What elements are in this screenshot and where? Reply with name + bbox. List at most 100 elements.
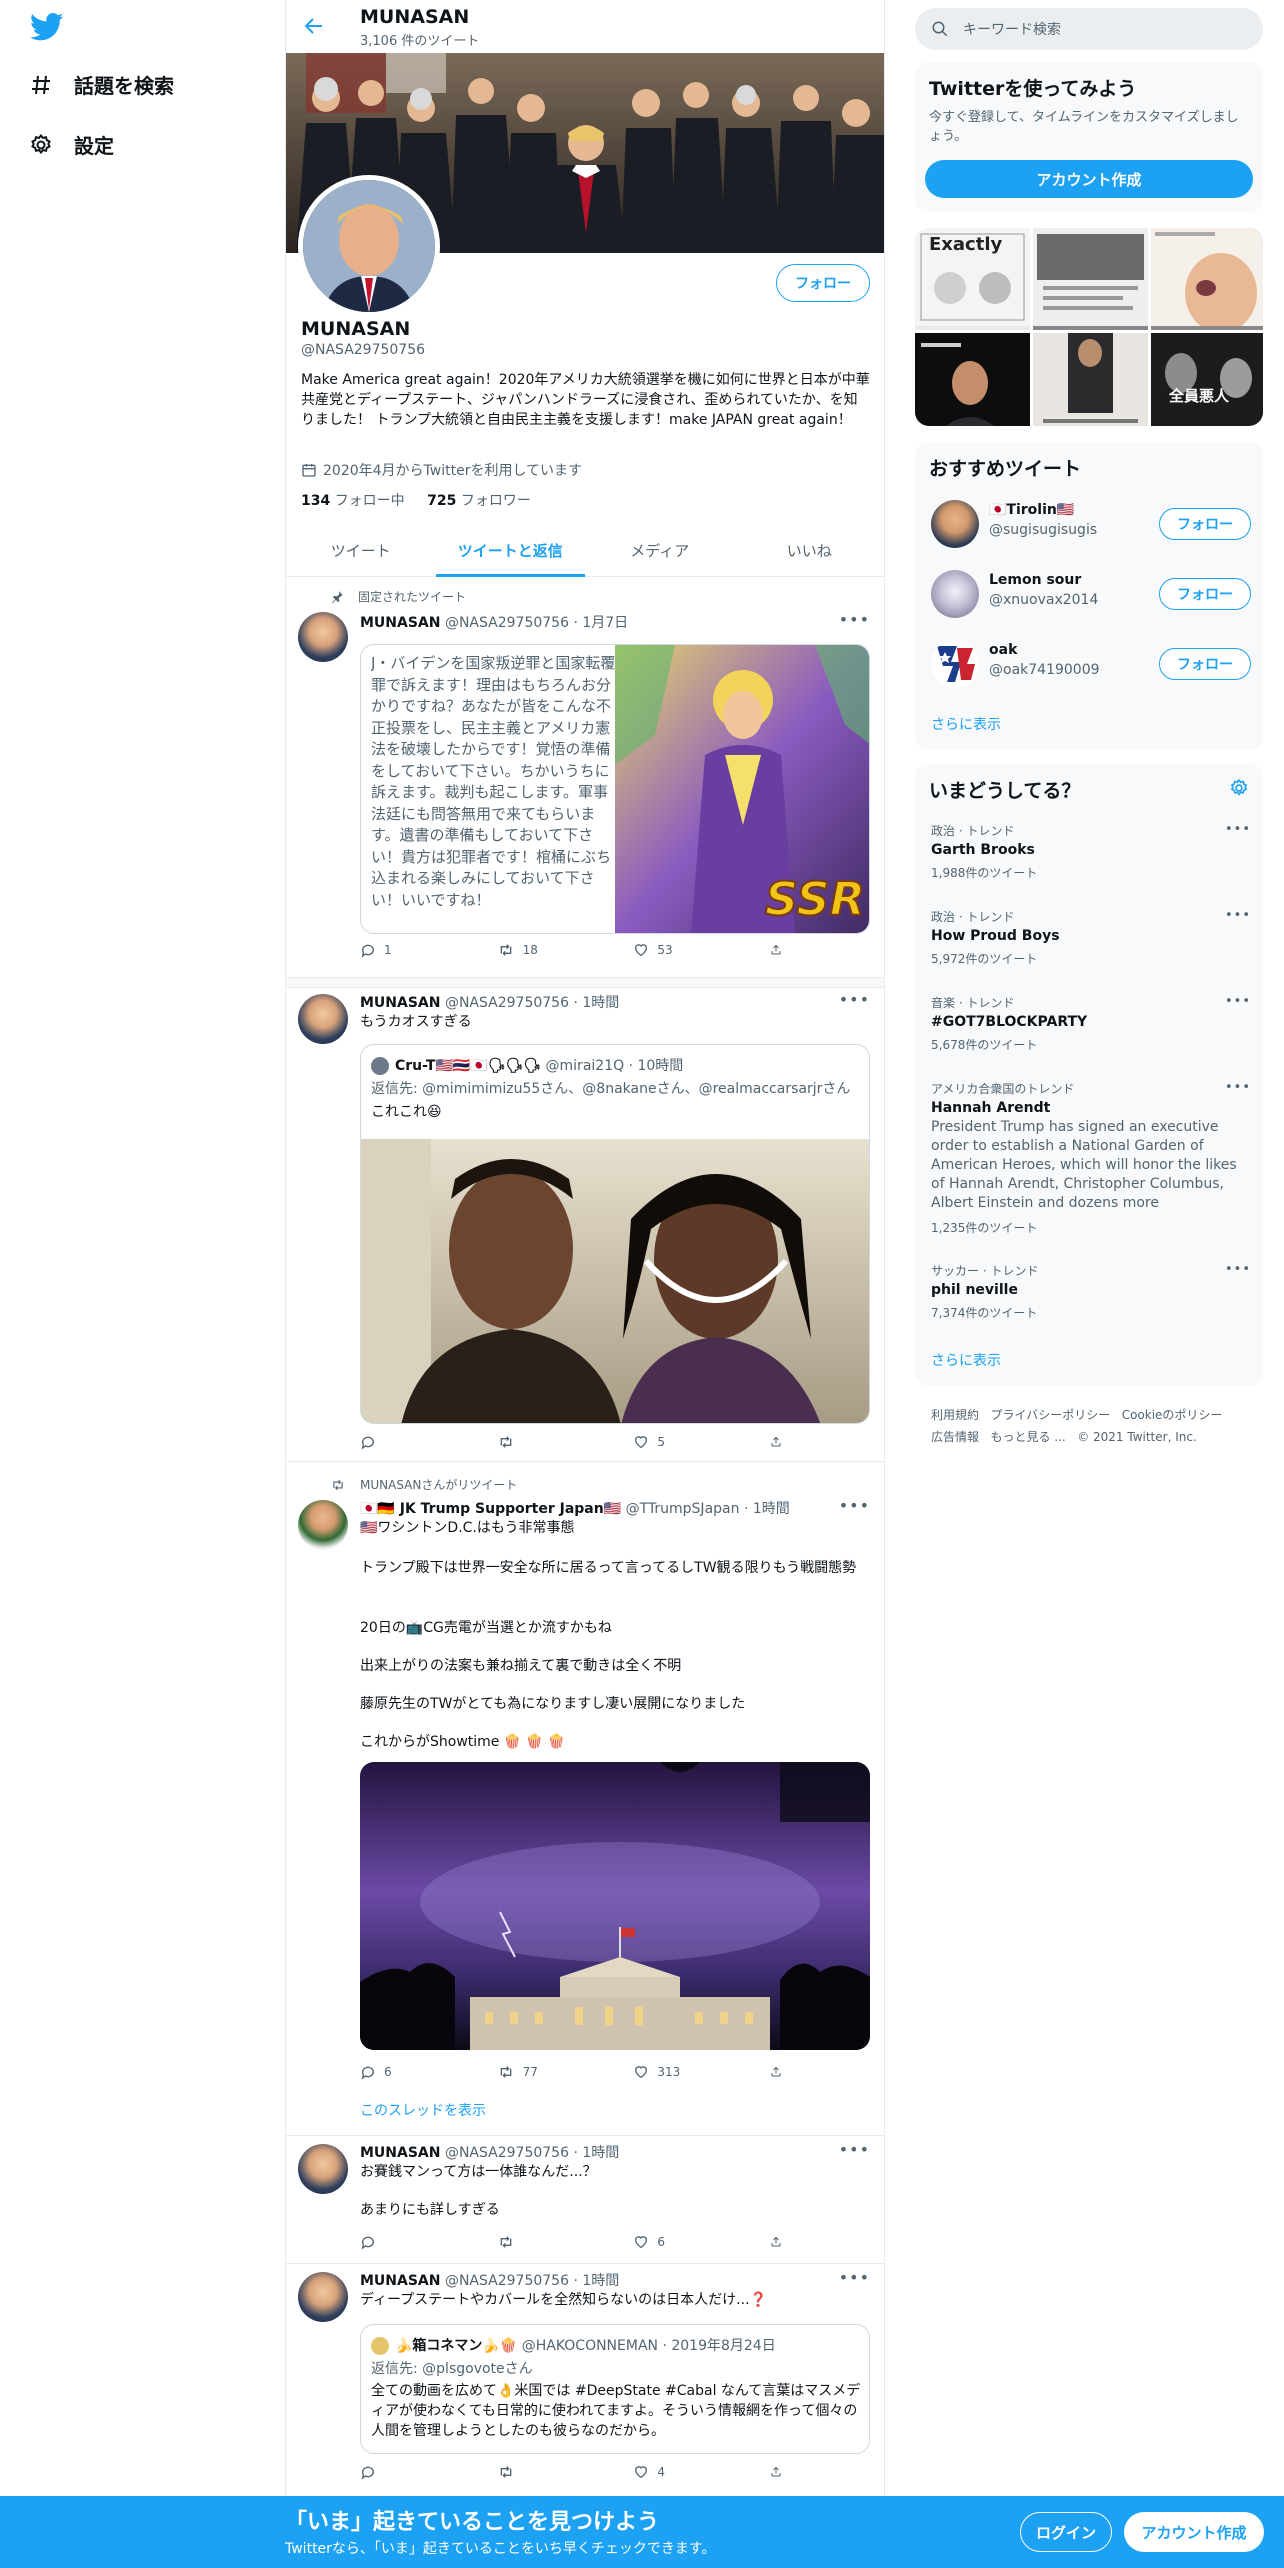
trend-more-icon[interactable]: ••• [1225,994,1251,1009]
suggested-user[interactable]: Lemon sour @xnuovax2014 フォロー [931,564,1251,624]
profile-avatar[interactable] [298,175,440,317]
trend-more-icon[interactable]: ••• [1225,908,1251,923]
tweet-actions: 1 18 53 [360,942,790,958]
follow-button[interactable]: フォロー [1159,578,1251,610]
show-more-link[interactable]: さらに表示 [931,714,1001,734]
footer-terms-link[interactable]: 利用規約 [931,1408,979,1422]
reply-button[interactable]: 1 [360,942,460,958]
quoted-tweet[interactable]: Cru-T🇺🇸🇹🇭🇯🇵🗣🗣🗣 @mirai21Q · 10時間 返信先: @mi… [360,1044,870,1424]
header-profile-name: MUNASAN [360,6,470,28]
twitter-logo-icon[interactable] [29,12,64,42]
search-input[interactable]: キーワード検索 [963,19,1061,39]
like-button[interactable]: 4 [633,2464,733,2480]
trend-more-icon[interactable]: ••• [1225,822,1251,837]
reply-button[interactable] [360,2234,460,2250]
tweet-avatar[interactable] [298,2272,348,2322]
retweet-button[interactable] [497,1434,597,1450]
trend-count: 5,678件のツイート [931,1038,1038,1052]
footer-copyright: © 2021 Twitter, Inc. [1077,1430,1197,1444]
trend-item[interactable]: 政治 · トレンド How Proud Boys 5,972件のツイート ••• [931,908,1251,967]
create-account-button[interactable]: アカウント作成 [925,160,1253,198]
footer-ads-link[interactable]: 広告情報 [931,1430,979,1444]
reply-button[interactable] [360,1434,460,1450]
media-tile-3[interactable] [1151,228,1263,333]
retweet-button[interactable]: 18 [497,942,597,958]
tweet-media-whitehouse[interactable] [360,1762,870,2050]
suggested-user[interactable]: 🇯🇵Tirolin🇺🇸 @sugisugisugis フォロー [931,494,1251,554]
media-tile-1[interactable]: Exactly [915,228,1030,330]
media-tile-6[interactable]: 全員悪人 [1151,333,1263,426]
tab-tweets-and-replies[interactable]: ツイートと返信 [435,524,586,577]
bottom-bar-subtitle: Twitterなら、「いま」起きていることをいち早くチェックできます。 [285,2541,716,2557]
reply-icon [361,2466,374,2480]
follow-button[interactable]: フォロー [776,264,870,302]
trend-more-icon[interactable]: ••• [1225,1262,1251,1277]
tweet-pinned[interactable]: 固定されたツイート MUNASAN @NASA29750756 · 1月7日 •… [286,578,884,978]
following-link[interactable]: 134 フォロー中 [301,493,405,509]
footer-privacy-link[interactable]: プライバシーポリシー [990,1408,1110,1422]
tweet-media[interactable]: J・バイデンを国家叛逆罪と国家転覆罪で訴えます！理由はもちろんお分かりですね？あ… [360,644,870,934]
trend-item[interactable]: アメリカ合衆国のトレンド Hannah Arendt President Tru… [931,1080,1251,1236]
like-button[interactable]: 6 [633,2234,733,2250]
back-arrow-icon[interactable] [302,14,326,38]
suggested-user-avatar[interactable] [931,500,979,548]
share-button[interactable] [770,2064,790,2080]
like-button[interactable]: 313 [633,2064,733,2080]
signup-button[interactable]: アカウント作成 [1124,2512,1264,2552]
tweet-5[interactable]: MUNASAN @NASA29750756 · 1時間 ••• ディープステート… [286,2264,884,2496]
tweet-2[interactable]: MUNASAN @NASA29750756 · 1時間 ••• もうカオスすぎる… [286,988,884,1462]
show-more-link[interactable]: さらに表示 [931,1350,1001,1370]
tab-likes[interactable]: いいね [735,524,885,576]
trend-item[interactable]: 音楽 · トレンド #GOT7BLOCKPARTY 5,678件のツイート ••… [931,994,1251,1053]
more-options-icon[interactable]: ••• [839,610,870,629]
tab-media[interactable]: メディア [585,524,735,576]
quoted-tweet[interactable]: 🍌箱コネマン🍌🍿 @HAKOCONNEMAN · 2019年8月24日 返信先:… [360,2324,870,2454]
search-box[interactable]: キーワード検索 [915,8,1263,50]
like-button[interactable]: 53 [633,942,733,958]
more-options-icon[interactable]: ••• [839,2140,870,2159]
like-button[interactable]: 5 [633,1434,733,1450]
trends-settings-gear-icon[interactable] [1229,778,1249,802]
tweet-avatar[interactable] [298,1500,348,1550]
trend-item[interactable]: 政治 · トレンド Garth Brooks 1,988件のツイート ••• [931,822,1251,881]
nav-item-explore[interactable]: 話題を検索 [28,70,174,99]
nav-item-settings[interactable]: 設定 [28,130,114,159]
trend-more-icon[interactable]: ••• [1225,1080,1251,1095]
tweet-avatar[interactable] [298,612,348,662]
follow-button[interactable]: フォロー [1159,508,1251,540]
reply-button[interactable] [360,2464,460,2480]
reply-button[interactable]: 6 [360,2064,460,2080]
footer-more-link[interactable]: もっと見る ... [990,1430,1065,1444]
follow-button[interactable]: フォロー [1159,648,1251,680]
trend-item[interactable]: サッカー · トレンド phil neville 7,374件のツイート ••• [931,1262,1251,1321]
media-tile-5[interactable] [1033,333,1148,426]
tweet-avatar[interactable] [298,994,348,1044]
share-icon [771,2066,781,2077]
main-column: MUNASAN 3,106 件のツイート フォロー MUNASAN @NASA2… [285,0,885,2568]
trend-meta: 政治 · トレンド [931,824,1015,838]
media-tile-2[interactable] [1033,228,1148,330]
footer-cookie-link[interactable]: Cookieのポリシー [1122,1408,1223,1422]
more-options-icon[interactable]: ••• [839,990,870,1009]
more-options-icon[interactable]: ••• [839,1496,870,1515]
tweet-3-retweet[interactable]: MUNASANさんがリツイート 🇯🇵🇩🇪 JK Trump Supporter … [286,1462,884,2136]
login-button[interactable]: ログイン [1020,2512,1112,2552]
author-handle: @TTrumpSJapan [625,1501,740,1517]
show-thread-link[interactable]: このスレッドを表示 [360,2100,486,2120]
media-tile-4[interactable] [915,333,1030,426]
tweet-4[interactable]: MUNASAN @NASA29750756 · 1時間 ••• お賽銭マンって方… [286,2136,884,2264]
retweet-button[interactable] [497,2234,597,2250]
suggested-user[interactable]: oak @oak74190009 フォロー [931,634,1251,694]
tab-tweets[interactable]: ツイート [286,524,436,576]
suggested-user-avatar[interactable] [931,640,979,688]
tweet-avatar[interactable] [298,2144,348,2194]
share-button[interactable] [770,2234,790,2250]
retweet-button[interactable]: 77 [497,2064,597,2080]
suggested-user-avatar[interactable] [931,570,979,618]
share-button[interactable] [770,2464,790,2480]
share-button[interactable] [770,942,790,958]
more-options-icon[interactable]: ••• [839,2268,870,2287]
followers-link[interactable]: 725 フォロワー [427,493,531,509]
share-button[interactable] [770,1434,790,1450]
retweet-button[interactable] [497,2464,597,2480]
